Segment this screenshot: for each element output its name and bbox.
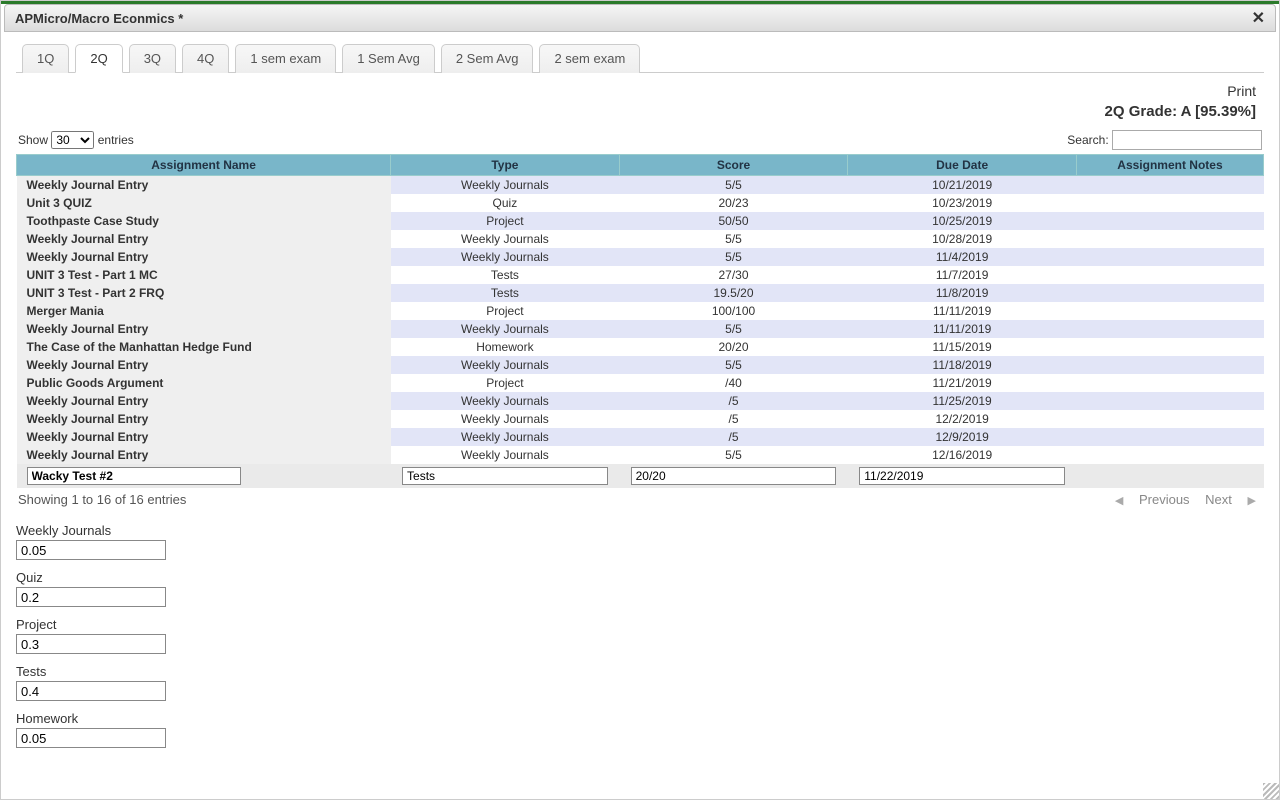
tab-3q[interactable]: 3Q <box>129 44 176 73</box>
show-label: Show <box>18 133 48 147</box>
content-scroll[interactable]: 1Q2Q3Q4Q1 sem exam1 Sem Avg2 Sem Avg2 se… <box>4 35 1276 796</box>
new-assignment-row <box>17 464 1264 488</box>
weight-input-quiz[interactable] <box>16 587 166 607</box>
weight-label: Project <box>16 617 1264 632</box>
weight-item: Project <box>16 617 1264 654</box>
weight-label: Weekly Journals <box>16 523 1264 538</box>
close-icon[interactable]: ✕ <box>1252 8 1265 28</box>
search-input[interactable] <box>1112 130 1262 150</box>
prev-button[interactable]: Previous <box>1139 492 1190 507</box>
col-assignment-name[interactable]: Assignment Name <box>17 155 391 176</box>
table-row: Toothpaste Case StudyProject50/5010/25/2… <box>17 212 1264 230</box>
tab-2-sem-exam[interactable]: 2 sem exam <box>539 44 640 73</box>
weight-input-weekly-journals[interactable] <box>16 540 166 560</box>
category-weights: Weekly Journals Quiz Project Tests Homework <box>16 523 1264 748</box>
table-row: UNIT 3 Test - Part 2 FRQTests19.5/2011/8… <box>17 284 1264 302</box>
next-button[interactable]: Next <box>1205 492 1232 507</box>
table-row: Merger ManiaProject100/10011/11/2019 <box>17 302 1264 320</box>
col-due-date[interactable]: Due Date <box>848 155 1077 176</box>
print-link[interactable]: Print <box>1227 83 1256 99</box>
assignment-name-input[interactable] <box>27 467 242 485</box>
entries-selector: Show 103050100 entries <box>18 131 134 149</box>
table-row: Weekly Journal EntryWeekly Journals5/510… <box>17 230 1264 248</box>
table-row: Weekly Journal EntryWeekly Journals/511/… <box>17 392 1264 410</box>
table-row: Weekly Journal EntryWeekly Journals5/511… <box>17 356 1264 374</box>
col-score[interactable]: Score <box>619 155 848 176</box>
table-row: Weekly Journal EntryWeekly Journals/512/… <box>17 410 1264 428</box>
entries-info: Showing 1 to 16 of 16 entries <box>18 492 186 507</box>
entries-select[interactable]: 103050100 <box>51 131 94 149</box>
pager: ◀ Previous Next ▶ <box>1109 492 1262 507</box>
weight-input-tests[interactable] <box>16 681 166 701</box>
weight-label: Quiz <box>16 570 1264 585</box>
prev-arrow-icon[interactable]: ◀ <box>1115 495 1123 507</box>
col-type[interactable]: Type <box>391 155 620 176</box>
tab-2q[interactable]: 2Q <box>75 44 122 73</box>
weight-input-project[interactable] <box>16 634 166 654</box>
assignment-due-input[interactable] <box>859 467 1065 485</box>
search-label: Search: <box>1067 133 1108 147</box>
table-row: Unit 3 QUIZQuiz20/2310/23/2019 <box>17 194 1264 212</box>
weight-input-homework[interactable] <box>16 728 166 748</box>
table-row: Weekly Journal EntryWeekly Journals5/510… <box>17 176 1264 195</box>
tab-2-sem-avg[interactable]: 2 Sem Avg <box>441 44 534 73</box>
tab-bar: 1Q2Q3Q4Q1 sem exam1 Sem Avg2 Sem Avg2 se… <box>16 43 1264 73</box>
next-arrow-icon[interactable]: ▶ <box>1248 495 1256 507</box>
assignment-type-input[interactable] <box>402 467 608 485</box>
table-row: Weekly Journal EntryWeekly Journals5/512… <box>17 446 1264 464</box>
assignment-score-input[interactable] <box>631 467 837 485</box>
weight-item: Weekly Journals <box>16 523 1264 560</box>
weight-label: Homework <box>16 711 1264 726</box>
table-row: Weekly Journal EntryWeekly Journals5/511… <box>17 320 1264 338</box>
col-assignment-notes[interactable]: Assignment Notes <box>1076 155 1263 176</box>
window-titlebar: APMicro/Macro Econmics * ✕ <box>4 4 1276 32</box>
tab-1-sem-avg[interactable]: 1 Sem Avg <box>342 44 435 73</box>
tab-1q[interactable]: 1Q <box>22 44 69 73</box>
table-row: Public Goods ArgumentProject/4011/21/201… <box>17 374 1264 392</box>
resize-handle-icon[interactable] <box>1263 783 1279 799</box>
table-row: The Case of the Manhattan Hedge FundHome… <box>17 338 1264 356</box>
tab-1-sem-exam[interactable]: 1 sem exam <box>235 44 336 73</box>
tab-4q[interactable]: 4Q <box>182 44 229 73</box>
weight-item: Quiz <box>16 570 1264 607</box>
window-title: APMicro/Macro Econmics * <box>15 11 183 26</box>
weight-label: Tests <box>16 664 1264 679</box>
grade-summary: 2Q Grade: A [95.39%] <box>16 103 1256 120</box>
weight-item: Homework <box>16 711 1264 748</box>
table-row: UNIT 3 Test - Part 1 MCTests27/3011/7/20… <box>17 266 1264 284</box>
grades-table: Assignment NameTypeScoreDue DateAssignme… <box>16 154 1264 488</box>
table-row: Weekly Journal EntryWeekly Journals5/511… <box>17 248 1264 266</box>
search-group: Search: <box>1067 130 1262 150</box>
table-row: Weekly Journal EntryWeekly Journals/512/… <box>17 428 1264 446</box>
weight-item: Tests <box>16 664 1264 701</box>
entries-label: entries <box>98 133 134 147</box>
